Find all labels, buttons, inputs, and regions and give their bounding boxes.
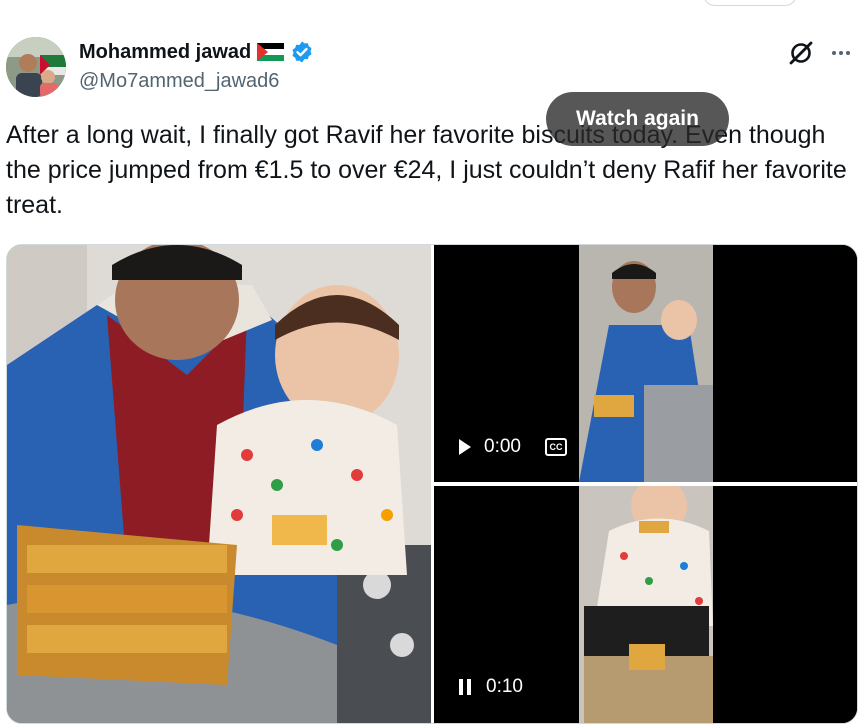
tweet-text: After a long wait, I finally got Ravif h…	[6, 121, 847, 219]
captions-label: CC	[549, 442, 563, 452]
captions-icon[interactable]: CC	[544, 438, 567, 456]
verified-badge-icon[interactable]	[290, 40, 314, 64]
palestine-flag-icon	[257, 43, 285, 61]
video-1-controls: 0:00 CC	[458, 436, 567, 458]
author-handle[interactable]: @Mo7ammed_jawad6	[79, 70, 279, 93]
avatar[interactable]	[6, 37, 66, 97]
watch-again-button[interactable]: Watch again	[546, 92, 729, 146]
author-name-row: Mohammed jawad	[79, 40, 314, 64]
grok-icon[interactable]	[788, 40, 814, 66]
more-icon[interactable]	[828, 40, 854, 66]
video-2-controls: 0:10	[458, 676, 523, 698]
avatar-image	[6, 37, 66, 97]
video-2-time: 0:10	[486, 676, 523, 697]
media-grid	[6, 244, 858, 724]
play-icon[interactable]	[458, 438, 472, 456]
pause-icon[interactable]	[458, 678, 472, 696]
author-name[interactable]: Mohammed jawad	[79, 41, 251, 64]
video-1-time: 0:00	[484, 436, 521, 457]
top-pill-button[interactable]	[703, 0, 797, 6]
tweet-photo[interactable]	[7, 245, 431, 723]
